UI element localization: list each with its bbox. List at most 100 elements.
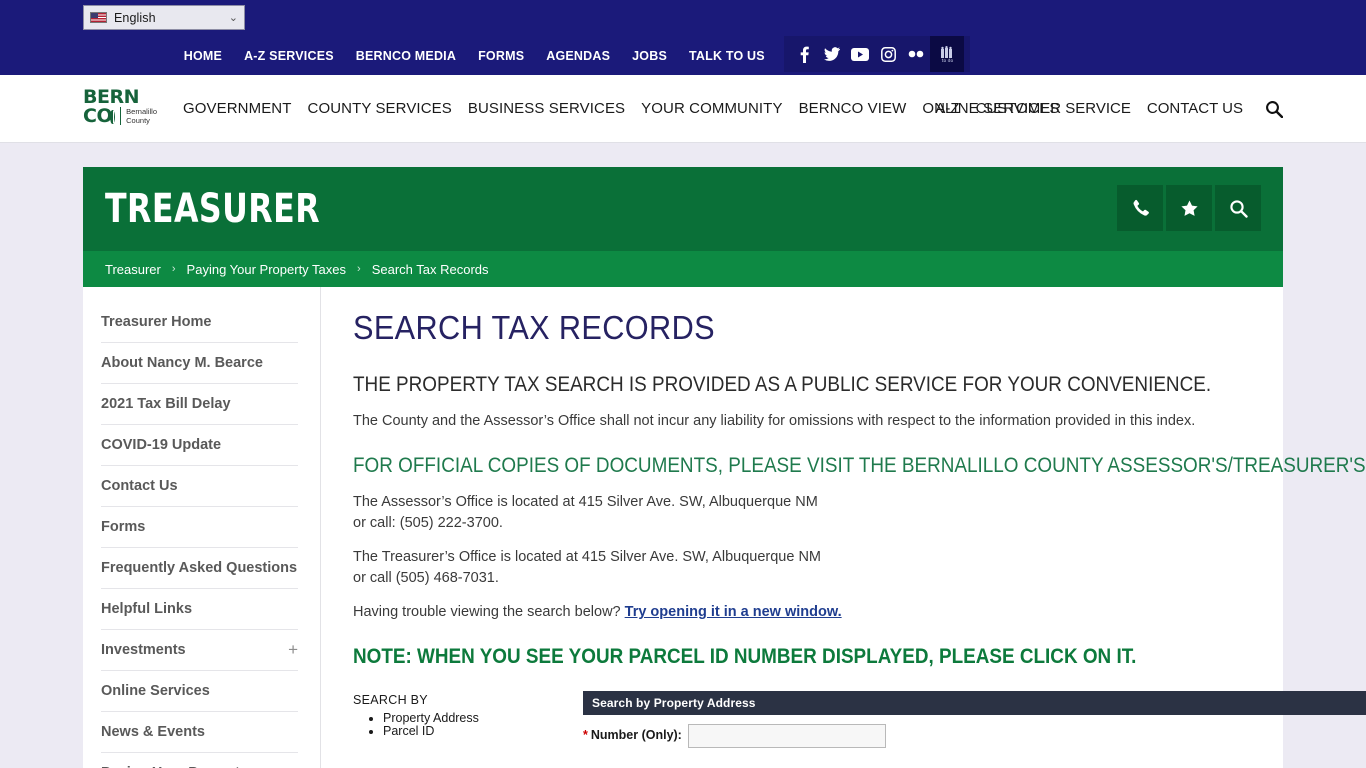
nav-your-community[interactable]: YOUR COMMUNITY: [633, 100, 790, 117]
expand-plus-icon[interactable]: +: [288, 641, 298, 658]
top-nav-links: HOME A-Z SERVICES BERNCO MEDIA FORMS AGE…: [0, 36, 1366, 75]
sidebar-item-news-events[interactable]: News & Events: [101, 712, 298, 753]
intro-body: The County and the Assessor’s Office sha…: [353, 413, 1196, 429]
todo-icon[interactable]: to do: [930, 36, 964, 72]
sidebar-item-contact-us[interactable]: Contact Us: [101, 466, 298, 507]
department-hero: TREASURER: [83, 167, 1283, 251]
sidebar-item-label: Treasurer Home: [101, 314, 212, 330]
site-header: BERN CO Bernalillo County GOVERNMENT COU…: [0, 75, 1366, 143]
star-icon[interactable]: [1166, 185, 1212, 231]
search-icon[interactable]: [1215, 185, 1261, 231]
logo-mark: BERN CO Bernalillo County: [83, 85, 157, 130]
open-in-new-window-link[interactable]: Try opening it in a new window.: [625, 604, 842, 620]
sidebar-item-frequently-asked-questions[interactable]: Frequently Asked Questions: [101, 548, 298, 589]
sidebar-item-forms[interactable]: Forms: [101, 507, 298, 548]
sidebar-item-label: Forms: [101, 519, 146, 535]
instagram-icon[interactable]: [874, 36, 902, 72]
search-by-option-parcel-id[interactable]: Parcel ID: [383, 725, 583, 738]
us-flag-icon: [90, 12, 107, 23]
sidebar-item-label: Contact Us: [101, 478, 178, 494]
nav-bernco-view[interactable]: BERNCO VIEW: [791, 100, 915, 117]
top-link-talk-to-us[interactable]: TALK TO US: [678, 49, 776, 63]
sidebar-item-treasurer-home[interactable]: Treasurer Home: [101, 305, 298, 343]
breadcrumb-paying-your-property-taxes[interactable]: Paying Your Property Taxes: [187, 262, 346, 277]
twitter-icon[interactable]: [818, 36, 846, 72]
search-form-column: Search by Property Address * Number (Only…: [583, 691, 1366, 748]
breadcrumb-search-tax-records: Search Tax Records: [371, 261, 489, 277]
top-link-home[interactable]: HOME: [173, 49, 233, 63]
sidebar-item-investments[interactable]: Investments +: [101, 630, 298, 671]
sidebar-item-paying-your-property-taxes[interactable]: Paying Your Property Taxes +: [101, 753, 298, 768]
svg-text:to do: to do: [941, 58, 953, 64]
header-search-icon[interactable]: [1251, 100, 1283, 118]
language-selector[interactable]: English ⌄: [83, 5, 245, 30]
required-marker-icon: *: [583, 728, 588, 742]
top-link-agendas[interactable]: AGENDAS: [535, 49, 621, 63]
breadcrumb-separator-icon: ›: [171, 263, 176, 275]
intro-heading: THE PROPERTY TAX SEARCH IS PROVIDED AS A…: [353, 373, 1212, 396]
utility-a-z[interactable]: A-Z: [927, 100, 967, 117]
sidebar-item-label: News & Events: [101, 724, 205, 740]
number-field-row: * Number (Only):: [583, 715, 1366, 748]
section-sidebar: Treasurer Home About Nancy M. Bearce 202…: [83, 287, 321, 768]
top-link-bernco-media[interactable]: BERNCO MEDIA: [345, 49, 467, 63]
treasurer-address: The Treasurer’s Office is located at 415…: [353, 547, 1366, 589]
tax-search-widget: Print SEARCH BY Property Address: [353, 691, 1366, 748]
assessor-address: The Assessor’s Office is located at 415 …: [353, 492, 1366, 534]
top-link-jobs[interactable]: JOBS: [621, 49, 678, 63]
sidebar-item-label: About Nancy M. Bearce: [101, 355, 263, 371]
trouble-viewing-paragraph: Having trouble viewing the search below?…: [353, 602, 1366, 623]
nav-county-services[interactable]: COUNTY SERVICES: [300, 100, 460, 117]
sidebar-item-online-services[interactable]: Online Services: [101, 671, 298, 712]
social-links: to do: [784, 36, 970, 72]
trouble-viewing-text: Having trouble viewing the search below?: [353, 604, 625, 620]
search-panel-title: Search by Property Address: [583, 691, 1366, 715]
top-utility-bar: English ⌄ HOME A-Z SERVICES BERNCO MEDIA…: [0, 0, 1366, 75]
sidebar-item-label: 2021 Tax Bill Delay: [101, 396, 231, 412]
globe-icon: [110, 110, 116, 124]
page-title: TREASURER: [105, 186, 321, 232]
sidebar-item-label: Helpful Links: [101, 601, 193, 617]
search-by-options: Property Address Parcel ID: [383, 712, 583, 738]
facebook-icon[interactable]: [790, 36, 818, 72]
utility-nav: A-Z CUSTOMER SERVICE CONTACT US: [927, 100, 1283, 118]
treasurer-address-line1: The Treasurer’s Office is located at 415…: [353, 549, 822, 565]
assessor-phone-line: or call: (505) 222-3700.: [353, 515, 503, 531]
logo-text-bern: BERN: [83, 85, 140, 108]
number-only-input[interactable]: [687, 724, 886, 748]
number-field-label-text: Number (Only):: [590, 728, 682, 742]
breadcrumb-treasurer[interactable]: Treasurer: [105, 262, 161, 277]
utility-customer-service[interactable]: CUSTOMER SERVICE: [968, 100, 1139, 117]
youtube-icon[interactable]: [846, 36, 874, 72]
bernco-logo[interactable]: BERN CO Bernalillo County: [83, 85, 157, 130]
treasurer-phone-line: or call (505) 468-7031.: [353, 570, 499, 586]
content-body: Treasurer Home About Nancy M. Bearce 202…: [83, 287, 1366, 768]
sidebar-item-2021-tax-bill-delay[interactable]: 2021 Tax Bill Delay: [101, 384, 298, 425]
hero-tool-buttons: [1117, 185, 1261, 231]
phone-icon[interactable]: [1117, 185, 1163, 231]
sidebar-item-label: Investments: [101, 642, 186, 658]
sidebar-item-label: COVID-19 Update: [101, 437, 222, 453]
page-container: TREASURER Treasurer › Paying Your Proper…: [83, 167, 1366, 768]
top-link-forms[interactable]: FORMS: [467, 49, 535, 63]
sidebar-item-about-nancy-m-bearce[interactable]: About Nancy M. Bearce: [101, 343, 298, 384]
sidebar-item-covid-19-update[interactable]: COVID-19 Update: [101, 425, 298, 466]
utility-contact-us[interactable]: CONTACT US: [1139, 100, 1251, 117]
language-label: English: [114, 10, 156, 25]
main-content: SEARCH TAX RECORDS THE PROPERTY TAX SEAR…: [321, 287, 1366, 768]
official-copies-heading: FOR OFFICIAL COPIES OF DOCUMENTS, PLEASE…: [353, 454, 1366, 477]
breadcrumb: Treasurer › Paying Your Property Taxes ›…: [83, 251, 1283, 287]
chevron-down-icon: ⌄: [228, 12, 238, 24]
top-link-a-z-services[interactable]: A-Z SERVICES: [233, 49, 345, 63]
logo-subtext-county: County: [126, 116, 150, 125]
assessor-address-line1: The Assessor’s Office is located at 415 …: [353, 494, 818, 510]
search-by-column: SEARCH BY Property Address Parcel ID: [353, 691, 583, 748]
search-by-title: SEARCH BY: [353, 693, 428, 707]
content-heading: SEARCH TAX RECORDS: [353, 309, 715, 346]
logo-text-co: CO: [83, 104, 113, 127]
flickr-icon[interactable]: [902, 36, 930, 72]
nav-government[interactable]: GOVERNMENT: [175, 100, 300, 117]
sidebar-item-helpful-links[interactable]: Helpful Links: [101, 589, 298, 630]
number-field-label: * Number (Only):: [583, 724, 682, 742]
nav-business-services[interactable]: BUSINESS SERVICES: [460, 100, 633, 117]
